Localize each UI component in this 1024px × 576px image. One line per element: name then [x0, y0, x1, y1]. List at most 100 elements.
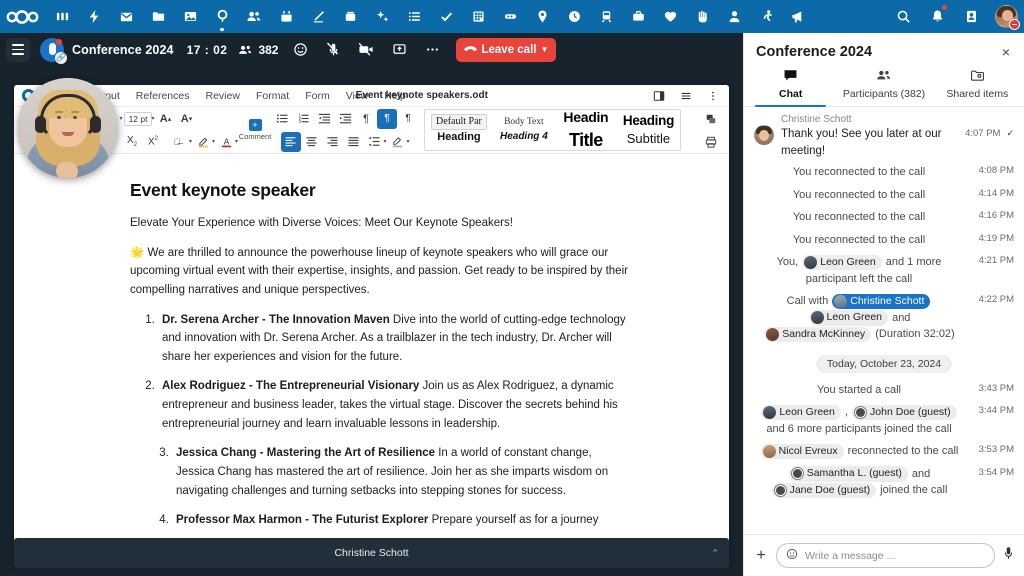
style-body-text[interactable]: Body Text — [504, 116, 544, 130]
hamburger-menu-icon[interactable] — [676, 86, 696, 106]
avatar[interactable] — [754, 125, 774, 145]
close-icon[interactable]: × — [1000, 44, 1012, 60]
add-attachment-button[interactable]: + — [753, 547, 769, 564]
tasks-icon[interactable] — [430, 0, 462, 33]
participant-count[interactable]: 382 — [238, 43, 278, 57]
subscript-icon[interactable]: X2 — [122, 132, 142, 152]
decrease-font-icon[interactable]: A ▾ — [176, 109, 196, 129]
style-heading-4[interactable]: Heading 4 — [500, 130, 548, 145]
style-default-paragraph[interactable]: Default Par — [431, 113, 487, 131]
increase-font-icon[interactable]: A ▴ — [155, 109, 175, 129]
passwords-icon[interactable] — [494, 0, 526, 33]
photos-icon[interactable] — [174, 0, 206, 33]
leave-call-button[interactable]: Leave call ▼ — [456, 37, 557, 62]
line-spacing-icon[interactable] — [365, 132, 385, 152]
document-canvas[interactable]: Event keynote speaker Elevate Your Exper… — [14, 154, 729, 550]
notes-icon[interactable] — [302, 0, 334, 33]
notifications-icon[interactable] — [921, 0, 953, 33]
insert-comment-button[interactable]: + Comment — [238, 119, 272, 141]
participant-mention[interactable]: Leon Green — [808, 310, 889, 326]
collapse-strip-icon[interactable]: ⌃ — [711, 548, 719, 559]
camera-off-button[interactable] — [355, 39, 377, 61]
paragraph-bg-caret-icon[interactable]: ▾ — [407, 138, 410, 145]
person-icon[interactable] — [718, 0, 750, 33]
right-to-left-icon[interactable]: ¶ — [398, 109, 418, 129]
runner-icon[interactable] — [750, 0, 782, 33]
clone-formatting-icon[interactable] — [701, 109, 721, 129]
clear-formatting-icon[interactable]: 🅰̶ — [164, 132, 190, 152]
chat-message-list[interactable]: Christine Schott Thank you! See you late… — [744, 107, 1024, 534]
font-name-caret-icon[interactable]: ▾ — [120, 115, 123, 122]
tab-shared-items[interactable]: Shared items — [931, 64, 1024, 106]
highlight-color-icon[interactable] — [193, 132, 213, 152]
message-input-wrapper[interactable] — [776, 543, 995, 568]
participant-mention[interactable]: Nicol Evreux — [760, 443, 844, 460]
mail-icon[interactable] — [110, 0, 142, 33]
participant-mention[interactable]: Sandra McKinney — [764, 326, 872, 343]
megaphone-icon[interactable] — [782, 0, 814, 33]
participant-mention[interactable]: Jane Doe (guest) — [771, 482, 877, 499]
activity-icon[interactable] — [78, 0, 110, 33]
assistant-icon[interactable] — [366, 0, 398, 33]
talk-icon[interactable] — [206, 0, 238, 33]
contacts-icon[interactable] — [238, 0, 270, 33]
participant-mention[interactable]: Samantha L. (guest) — [788, 466, 908, 482]
style-heading-2[interactable]: Heading — [623, 111, 674, 131]
clock-icon[interactable] — [558, 0, 590, 33]
style-title[interactable]: Title — [569, 127, 603, 150]
heart-icon[interactable] — [654, 0, 686, 33]
align-center-icon[interactable] — [302, 132, 322, 152]
align-left-icon[interactable] — [280, 131, 301, 152]
align-justify-icon[interactable] — [344, 132, 364, 152]
share-screen-button[interactable] — [388, 39, 410, 61]
document-page[interactable]: Event keynote speaker Elevate Your Exper… — [92, 154, 670, 550]
maps-icon[interactable] — [526, 0, 558, 33]
formatting-marks-icon[interactable]: ¶ — [356, 109, 376, 129]
contacts-menu-icon[interactable] — [955, 0, 987, 33]
font-size-value[interactable]: 12 pt — [123, 111, 153, 126]
style-heading-big[interactable]: Headin — [563, 110, 608, 127]
participant-mention[interactable]: Christine Schott — [832, 293, 931, 310]
message-input[interactable] — [805, 549, 985, 562]
self-video-preview[interactable] — [18, 78, 118, 178]
participant-mention[interactable]: John Doe (guest) — [852, 404, 957, 421]
clear-formatting-caret-icon[interactable]: ▾ — [189, 138, 192, 145]
participant-mention[interactable]: Leon Green — [802, 254, 882, 271]
search-icon[interactable] — [887, 0, 919, 33]
superscript-icon[interactable]: X2 — [143, 132, 163, 152]
files-icon[interactable] — [142, 0, 174, 33]
dashboard-icon[interactable] — [46, 0, 78, 33]
tables-icon[interactable] — [398, 0, 430, 33]
calendar-icon[interactable] — [270, 0, 302, 33]
font-size-caret-icon[interactable]: ▾ — [151, 115, 154, 122]
emoji-icon[interactable] — [786, 548, 798, 563]
participant-mention[interactable]: Leon Green — [761, 404, 841, 421]
forms-icon[interactable] — [462, 0, 494, 33]
tab-participants[interactable]: Participants (382) — [837, 64, 930, 106]
left-to-right-icon[interactable]: ¶ — [377, 108, 398, 129]
bullet-list-icon[interactable] — [272, 109, 292, 129]
increase-indent-icon[interactable] — [335, 109, 355, 129]
more-actions-button[interactable] — [421, 39, 443, 61]
more-vertical-icon[interactable] — [703, 86, 723, 106]
train-icon[interactable] — [590, 0, 622, 33]
numbered-list-icon[interactable]: 123 — [293, 109, 313, 129]
highlight-caret-icon[interactable]: ▾ — [212, 138, 215, 145]
user-avatar[interactable] — [995, 5, 1020, 30]
menu-item-2[interactable]: References — [128, 90, 198, 102]
menu-toggle-button[interactable] — [6, 37, 30, 62]
print-icon[interactable] — [701, 132, 721, 152]
style-heading[interactable]: Heading — [437, 130, 480, 146]
menu-item-5[interactable]: Form — [297, 90, 338, 102]
menu-item-4[interactable]: Format — [248, 90, 297, 102]
sidebar-toggle-icon[interactable] — [649, 86, 669, 106]
hand-icon[interactable] — [686, 0, 718, 33]
microphone-muted-button[interactable] — [322, 39, 344, 61]
decrease-indent-icon[interactable] — [314, 109, 334, 129]
font-color-icon[interactable]: A — [216, 132, 236, 152]
paragraph-background-icon[interactable] — [388, 132, 408, 152]
nextcloud-logo-icon[interactable] — [0, 9, 46, 25]
tab-chat[interactable]: Chat — [744, 64, 837, 107]
align-right-icon[interactable] — [323, 132, 343, 152]
voice-message-button[interactable] — [1002, 546, 1015, 565]
